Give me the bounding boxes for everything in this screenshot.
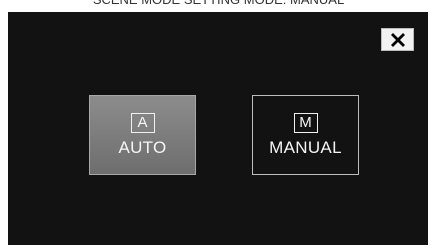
mode-selection-screen: A AUTO M MANUAL: [8, 12, 428, 245]
auto-mode-label: AUTO: [118, 137, 167, 157]
manual-mode-icon: M: [293, 112, 318, 133]
auto-mode-icon: A: [130, 112, 155, 133]
manual-mode-button[interactable]: M MANUAL: [252, 95, 359, 175]
auto-mode-button[interactable]: A AUTO: [89, 95, 196, 175]
screenshot-frame: SCENE MODE SETTING MODE: MANUAL A AUTO M…: [0, 0, 437, 249]
manual-mode-label: MANUAL: [269, 137, 342, 157]
close-button[interactable]: [381, 28, 414, 51]
page-caption: SCENE MODE SETTING MODE: MANUAL: [0, 0, 437, 8]
close-icon: [390, 32, 405, 47]
